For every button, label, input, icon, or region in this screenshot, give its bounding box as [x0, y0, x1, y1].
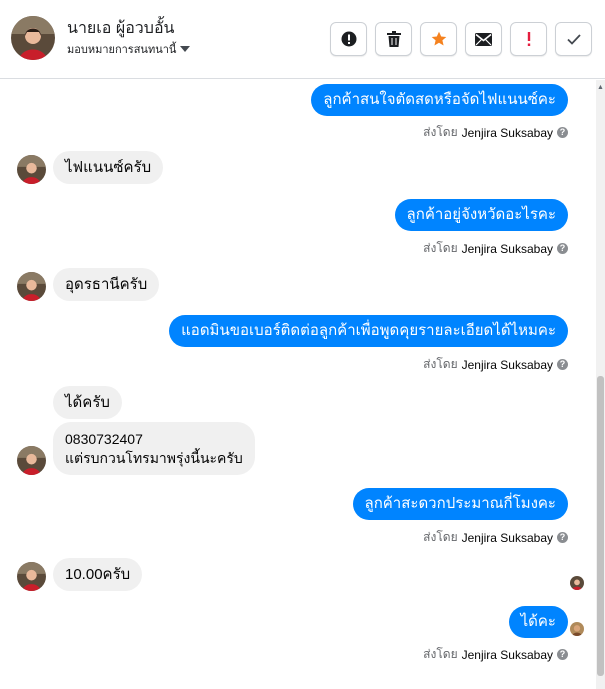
assign-conversation-dropdown[interactable]: มอบหมายการสนทนานี้ [67, 40, 191, 58]
message-incoming[interactable]: 10.00ครับ [53, 558, 143, 591]
help-icon[interactable]: ? [557, 243, 568, 254]
avatar-photo-icon [17, 562, 46, 591]
mark-done-button[interactable] [555, 22, 592, 56]
sent-by-info: ส่งโดย Jenjira Suksabay? [423, 645, 568, 664]
trash-icon [386, 31, 401, 47]
assign-label: มอบหมายการสนทนานี้ [67, 44, 177, 56]
message-line: แต่รบกวนโทรมาพรุ่งนี้นะครับ [65, 450, 243, 466]
contact-avatar-small [17, 155, 46, 184]
seen-indicator-avatar [570, 622, 584, 636]
delete-button[interactable] [375, 22, 412, 56]
message-incoming[interactable]: ไฟแนนซ์ครับ [53, 151, 164, 184]
message-outgoing[interactable]: ได้คะ [508, 606, 568, 638]
message-thread: ลูกค้าสนใจตัดสดหรือจัดไฟแนนซ์คะ ส่งโดย Je… [0, 80, 605, 689]
avatar-photo-icon [17, 446, 46, 475]
exclamation-icon [527, 32, 530, 46]
help-icon[interactable]: ? [557, 649, 568, 660]
message-outgoing[interactable]: ลูกค้าอยู่จังหวัดอะไรคะ [394, 199, 568, 231]
vertical-scrollbar[interactable]: ▲ [596, 80, 605, 689]
avatar-photo-icon [11, 16, 55, 60]
mark-spam-button[interactable] [510, 22, 547, 56]
avatar-photo-icon [570, 576, 584, 590]
message-outgoing[interactable]: แอดมินขอเบอร์ติดต่อลูกค้าเพื่อพูดคุยรายล… [169, 315, 568, 347]
help-icon[interactable]: ? [557, 532, 568, 543]
sent-by-info: ส่งโดย Jenjira Suksabay? [423, 123, 568, 142]
agent-name: Jenjira Suksabay [461, 241, 553, 256]
sent-by-info: ส่งโดย Jenjira Suksabay? [423, 355, 568, 374]
info-icon [341, 31, 356, 47]
avatar-photo-icon [17, 272, 46, 301]
envelope-icon [475, 32, 492, 46]
agent-name: Jenjira Suksabay [461, 647, 553, 662]
read-receipt-avatar [570, 576, 584, 590]
action-toolbar [330, 22, 592, 56]
message-outgoing[interactable]: ลูกค้าสนใจตัดสดหรือจัดไฟแนนซ์คะ [311, 84, 568, 116]
sent-by-info: ส่งโดย Jenjira Suksabay? [423, 239, 568, 258]
conversation-header: นายเอ ผู้อวบอั้น มอบหมายการสนทนานี้ [0, 0, 605, 79]
agent-name: Jenjira Suksabay [461, 530, 553, 545]
checkmark-icon [566, 33, 581, 45]
caret-down-icon [180, 45, 191, 52]
message-outgoing[interactable]: ลูกค้าสะดวกประมาณกี่โมงคะ [352, 488, 568, 520]
star-icon [431, 31, 446, 46]
mail-button[interactable] [465, 22, 502, 56]
contact-avatar-small [17, 272, 46, 301]
help-icon[interactable]: ? [557, 359, 568, 370]
info-button[interactable] [330, 22, 367, 56]
scroll-up-arrow-icon[interactable]: ▲ [596, 84, 605, 91]
contact-avatar-small [17, 562, 46, 591]
scroll-thumb[interactable] [597, 376, 604, 676]
message-line: 0830732407 [65, 431, 143, 447]
help-icon[interactable]: ? [557, 127, 568, 138]
message-incoming[interactable]: อุดรธานีครับ [53, 268, 160, 301]
message-incoming[interactable]: ได้ครับ [53, 386, 122, 419]
contact-name[interactable]: นายเอ ผู้อวบอั้น [67, 16, 175, 41]
avatar-photo-icon [17, 155, 46, 184]
agent-name: Jenjira Suksabay [461, 125, 553, 140]
contact-avatar-small [17, 446, 46, 475]
star-button[interactable] [420, 22, 457, 56]
contact-avatar[interactable] [11, 16, 55, 60]
avatar-photo-icon [570, 622, 584, 636]
agent-name: Jenjira Suksabay [461, 357, 553, 372]
sent-by-info: ส่งโดย Jenjira Suksabay? [423, 528, 568, 547]
message-incoming-multiline[interactable]: 0830732407 แต่รบกวนโทรมาพรุ่งนี้นะครับ [53, 422, 255, 475]
